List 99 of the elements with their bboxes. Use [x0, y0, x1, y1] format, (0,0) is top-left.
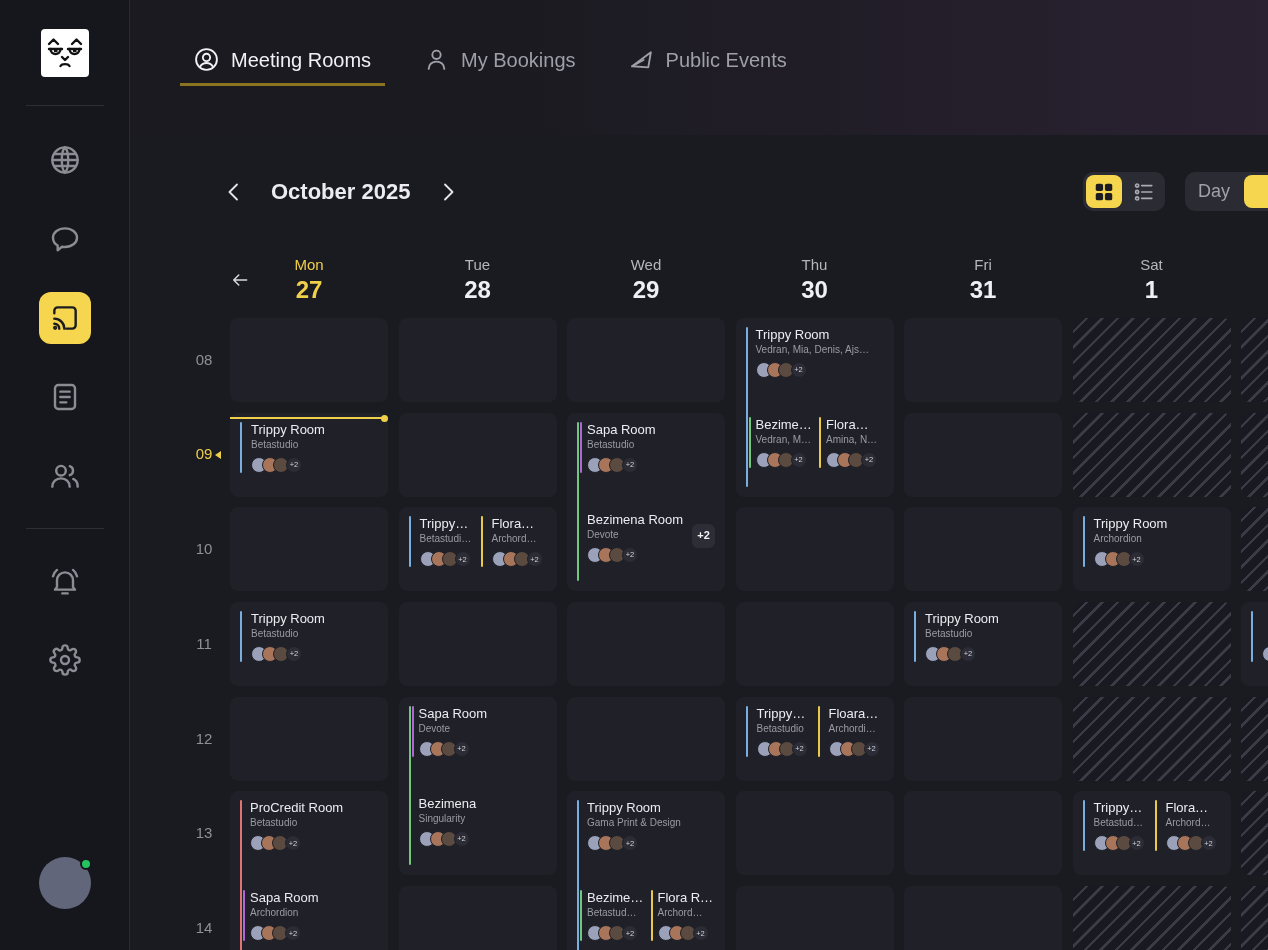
- event-title: Sapa Room: [250, 890, 320, 907]
- hour-label: 12: [195, 728, 213, 749]
- date-label: 29: [632, 277, 660, 303]
- hour-label: 14: [195, 917, 213, 938]
- hour-label: 13: [195, 823, 213, 844]
- event-title: Flora…: [826, 417, 870, 433]
- event-subtitle: Archordi…: [828, 721, 877, 736]
- event-title: Trippy Room: [925, 611, 1000, 628]
- weekday-label: Sat: [1140, 256, 1163, 274]
- avatar-placeholder: [273, 456, 289, 473]
- event-subtitle: Amina, N…: [826, 433, 879, 447]
- event-subtitle: Betastudio: [587, 437, 636, 452]
- avatar-placeholder: [440, 830, 457, 847]
- avatar-placeholder: [272, 925, 288, 942]
- event-title: Bezime…: [755, 417, 813, 433]
- avatar-placeholder: [273, 646, 289, 663]
- event-subtitle: Betastudio: [250, 816, 299, 831]
- event-title: Floara…: [828, 705, 880, 722]
- event-subtitle: Betastudio: [925, 627, 974, 642]
- grid-view-button[interactable]: [1086, 175, 1122, 208]
- event-title: Bezime…: [587, 890, 645, 907]
- hour-label: 09: [195, 444, 213, 465]
- hour-label: 08: [195, 349, 213, 370]
- hour-label: 11: [196, 633, 212, 654]
- event-subtitle: Archord…: [491, 532, 538, 547]
- more-events-badge[interactable]: +2: [692, 523, 715, 548]
- avatar-placeholder: [947, 646, 963, 663]
- avatar-placeholder: [778, 740, 795, 757]
- user-circle-icon: [194, 47, 219, 72]
- cat-face-logo[interactable]: [40, 29, 89, 77]
- tab[interactable]: My Bookings: [410, 36, 590, 86]
- avatar-placeholder: [777, 362, 794, 378]
- event-subtitle: Archordion: [250, 906, 300, 921]
- event-title: Trippy Room: [1093, 516, 1169, 533]
- event-subtitle: Archord…: [657, 906, 704, 921]
- avatar-placeholder: [441, 551, 458, 568]
- event-title: Trippy Room: [755, 327, 831, 343]
- event-title: Sapa Room: [587, 421, 657, 438]
- hour-label: 10: [195, 539, 213, 560]
- user-avatar-placeholder[interactable]: [38, 857, 91, 909]
- avatar-placeholder: [609, 835, 625, 852]
- avatar-placeholder: [679, 925, 696, 942]
- avatar-placeholder: [777, 452, 794, 468]
- avatar-placeholder: [513, 551, 530, 568]
- event-subtitle: Devote: [587, 527, 620, 542]
- tab[interactable]: Public Events: [614, 36, 801, 86]
- event-subtitle: Betastud…: [1093, 816, 1144, 831]
- event-title: ProCredit Room: [250, 800, 345, 817]
- event-subtitle: Singularity: [418, 811, 467, 826]
- weekday-label: Mon: [294, 256, 324, 274]
- event-subtitle: Devote: [418, 721, 452, 736]
- event-title: Trippy…: [419, 516, 470, 533]
- date-label: 30: [801, 277, 828, 303]
- current-hour-marker-icon: [215, 450, 222, 459]
- list-icon: [1133, 180, 1155, 203]
- event-subtitle: Betastudio: [251, 627, 300, 642]
- avatar-placeholder: [609, 546, 625, 563]
- date-label: 27: [295, 277, 323, 303]
- avatar-placeholder: [1187, 835, 1204, 852]
- event-title: Trippy…: [1093, 800, 1144, 817]
- weekday-label: Wed: [630, 256, 662, 274]
- event-title: Flora…: [1165, 800, 1210, 817]
- event-title: Trippy Room: [251, 421, 326, 438]
- avatar-placeholder: [1115, 835, 1132, 852]
- event-title: Trippy…: [756, 705, 807, 722]
- globe-icon: [48, 144, 81, 176]
- view-mode-button[interactable]: Day: [1188, 175, 1240, 208]
- date-label: 28: [464, 277, 491, 303]
- event-subtitle: Gama Print & Design: [587, 816, 682, 831]
- avatar-placeholder: [272, 835, 288, 852]
- event-subtitle: Archord…: [1165, 816, 1212, 831]
- event-subtitle: Betastudi…: [419, 532, 473, 547]
- avatar-placeholder: [440, 740, 457, 757]
- event-title: Flora R…: [657, 890, 715, 907]
- month-title: October 2025: [271, 178, 411, 206]
- weekday-label: Fri: [974, 256, 992, 274]
- tab[interactable]: Meeting Rooms: [180, 36, 386, 86]
- event-subtitle: Betastud…: [587, 906, 638, 921]
- event-title: Trippy Room: [587, 800, 662, 817]
- event-subtitle: Betastudio: [756, 721, 805, 736]
- event-title: Sapa Room: [418, 705, 489, 722]
- event-subtitle: Archordion: [1093, 532, 1143, 547]
- event-subtitle: Vedran, Mia, Denis, Ajs…: [755, 343, 870, 357]
- weekday-label: Thu: [801, 256, 828, 274]
- avatar-placeholder: [609, 925, 625, 942]
- event-subtitle: Vedran, M…: [755, 433, 813, 447]
- avatar-placeholder: [609, 456, 625, 473]
- event-title: Bezimena Room: [587, 511, 685, 528]
- avatar-placeholder: [1115, 551, 1132, 568]
- event-subtitle: Betastudio: [251, 437, 300, 452]
- gear-icon: [48, 644, 81, 676]
- sidebar-nav-button[interactable]: [38, 292, 91, 344]
- event-title: Trippy Room: [251, 611, 326, 628]
- date-label: 1: [1144, 277, 1159, 303]
- weekday-label: Tue: [464, 256, 491, 274]
- date-label: 31: [969, 277, 997, 303]
- avatar-placeholder: [848, 452, 864, 468]
- event-title: Flora…: [491, 516, 536, 533]
- event-title: Bezimena: [418, 795, 478, 812]
